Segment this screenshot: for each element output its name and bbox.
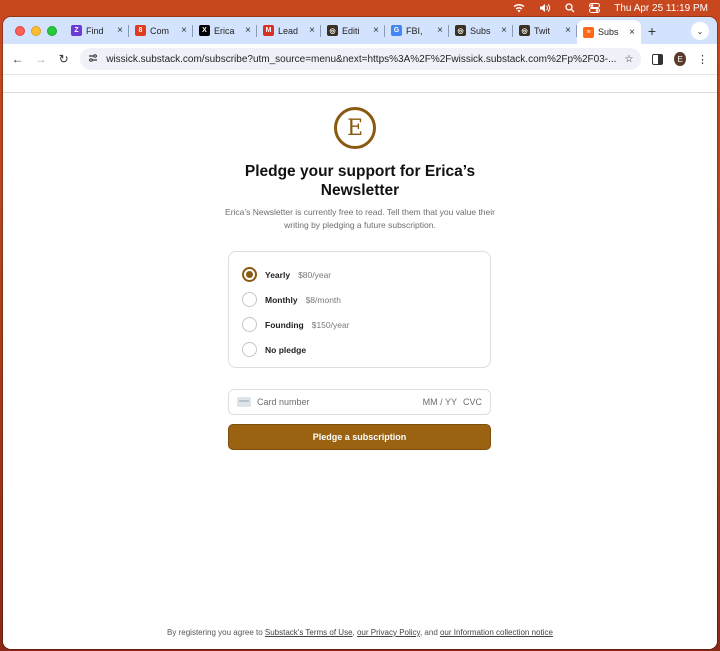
tab-label: Erica (214, 25, 235, 36)
plan-name: Founding (265, 319, 304, 330)
tab-label: Find (86, 25, 104, 36)
tab-label: Subs (470, 25, 491, 36)
bookmark-star-icon[interactable]: ☆ (624, 54, 633, 65)
google-icon: G (391, 25, 402, 36)
collection-notice-link[interactable]: our Information collection notice (440, 628, 553, 637)
macos-menubar: Thu Apr 25 11:19 PM (0, 0, 720, 16)
card-input[interactable]: Card number MM / YY CVC (228, 389, 491, 415)
window-controls (9, 17, 65, 44)
plan-name: Yearly (265, 269, 291, 280)
plan-option[interactable]: Yearly $80/year (242, 262, 477, 287)
x-icon: X (199, 25, 210, 36)
plan-option[interactable]: Monthly $8/month (242, 287, 477, 312)
plan-name: Monthly (265, 294, 298, 305)
browser-tab[interactable]: X Erica × (193, 17, 257, 44)
close-tab-icon[interactable]: × (501, 25, 507, 36)
pledge-plan-options: Yearly $80/year Monthly $8/month Founding $15… (228, 251, 491, 368)
card-expiry-field[interactable]: MM / YY (423, 397, 457, 407)
credit-card-icon (237, 397, 251, 407)
pledge-subscription-button[interactable]: Pledge a subscription (228, 424, 491, 450)
kebab-menu-icon[interactable]: ⋮ (696, 51, 709, 67)
site-settings-icon[interactable] (88, 53, 98, 66)
back-button[interactable]: ← (11, 51, 24, 67)
reload-icon: ↻ (58, 52, 69, 66)
tab-label: Twit (534, 25, 551, 36)
plan-radio[interactable] (242, 317, 257, 332)
newsletter-icon: ◎ (519, 25, 530, 36)
close-window-button[interactable] (15, 25, 25, 36)
browser-toolbar: ← → ↻ wissick.substack.com/subscribe?utm… (3, 44, 717, 75)
browser-tab[interactable]: ◎ Subs × (449, 17, 513, 44)
substack-icon: ≡ (583, 26, 594, 38)
card-number-field[interactable]: Card number (257, 397, 417, 407)
browser-tab[interactable]: ◎ Editi × (321, 17, 385, 44)
privacy-link[interactable]: our Privacy Policy (357, 628, 420, 637)
tabs: Z Find × 8 Com × X Erica × M Lead × ◎ Editi × G FBI, × ◎ Su… (65, 17, 641, 44)
volume-icon[interactable] (539, 3, 551, 13)
footer-prefix: By registering you agree to (167, 628, 265, 637)
page-subtitle: Erica’s Newsletter is currently free to … (225, 207, 495, 230)
new-tab-button[interactable]: + (641, 17, 663, 44)
plan-radio[interactable] (242, 342, 257, 357)
page-content: E Pledge your support for Erica’s Newsle… (3, 92, 717, 649)
terms-link[interactable]: Substack's Terms of Use (265, 628, 353, 637)
substack-icon: 8 (135, 25, 146, 36)
close-tab-icon[interactable]: × (309, 25, 315, 36)
plan-name: No pledge (265, 344, 307, 355)
browser-tab[interactable]: ≡ Subs × (577, 20, 641, 44)
browser-tab[interactable]: G FBI, × (385, 17, 449, 44)
tab-label: FBI, (406, 25, 423, 36)
tab-search-button[interactable]: ⌄ (691, 22, 709, 40)
maximize-window-button[interactable] (47, 25, 57, 36)
close-tab-icon[interactable]: × (437, 25, 443, 36)
control-center-icon[interactable] (589, 3, 601, 13)
tab-label: Lead (278, 25, 299, 36)
side-panel-icon[interactable] (651, 51, 664, 67)
address-bar[interactable]: wissick.substack.com/subscribe?utm_sourc… (80, 48, 642, 70)
gmail-icon: M (263, 25, 274, 36)
chevron-down-icon: ⌄ (696, 26, 704, 36)
browser-tab[interactable]: M Lead × (257, 17, 321, 44)
close-tab-icon[interactable]: × (373, 25, 379, 36)
url-text[interactable]: wissick.substack.com/subscribe?utm_sourc… (106, 54, 616, 65)
plan-radio[interactable] (242, 267, 257, 282)
arrow-right-icon: → (34, 52, 47, 66)
card-cvc-field[interactable]: CVC (463, 397, 482, 407)
close-tab-icon[interactable]: × (181, 25, 187, 36)
profile-avatar[interactable]: E (674, 52, 686, 66)
menubar-clock[interactable]: Thu Apr 25 11:19 PM (614, 3, 708, 14)
newsletter-icon: ◎ (327, 25, 338, 36)
close-tab-icon[interactable]: × (117, 25, 123, 36)
minimize-window-button[interactable] (31, 25, 41, 36)
tab-strip: Z Find × 8 Com × X Erica × M Lead × ◎ Editi × G FBI, × ◎ Su… (3, 17, 717, 44)
browser-tab[interactable]: Z Find × (65, 17, 129, 44)
close-tab-icon[interactable]: × (565, 25, 571, 36)
reload-button[interactable]: ↻ (57, 51, 70, 67)
tab-label: Com (150, 25, 170, 36)
newsletter-icon: ◎ (455, 25, 466, 36)
browser-window: Z Find × 8 Com × X Erica × M Lead × ◎ Editi × G FBI, × ◎ Su… (3, 17, 717, 649)
legal-footer: By registering you agree to Substack's T… (3, 628, 717, 637)
plan-price: $80/year (298, 269, 332, 280)
tab-label: Editi (342, 25, 360, 36)
plan-option[interactable]: Founding $150/year (242, 312, 477, 337)
plan-price: $150/year (311, 319, 350, 330)
spotlight-search-icon[interactable] (565, 3, 575, 13)
browser-tab[interactable]: ◎ Twit × (513, 17, 577, 44)
footer-sep-2: , and (419, 628, 440, 637)
zapier-icon: Z (71, 25, 82, 36)
browser-tab[interactable]: 8 Com × (129, 17, 193, 44)
close-tab-icon[interactable]: × (245, 25, 251, 36)
close-tab-icon[interactable]: × (629, 27, 635, 38)
forward-button[interactable]: → (34, 51, 47, 67)
wifi-icon[interactable] (513, 3, 525, 13)
arrow-left-icon: ← (11, 52, 24, 66)
tab-label: Subs (598, 27, 619, 37)
publication-logo[interactable]: E (334, 107, 376, 149)
plan-price: $8/month (305, 294, 342, 305)
plan-option[interactable]: No pledge (242, 337, 477, 362)
plan-radio[interactable] (242, 292, 257, 307)
page-title: Pledge your support for Erica’s Newslett… (244, 163, 476, 199)
